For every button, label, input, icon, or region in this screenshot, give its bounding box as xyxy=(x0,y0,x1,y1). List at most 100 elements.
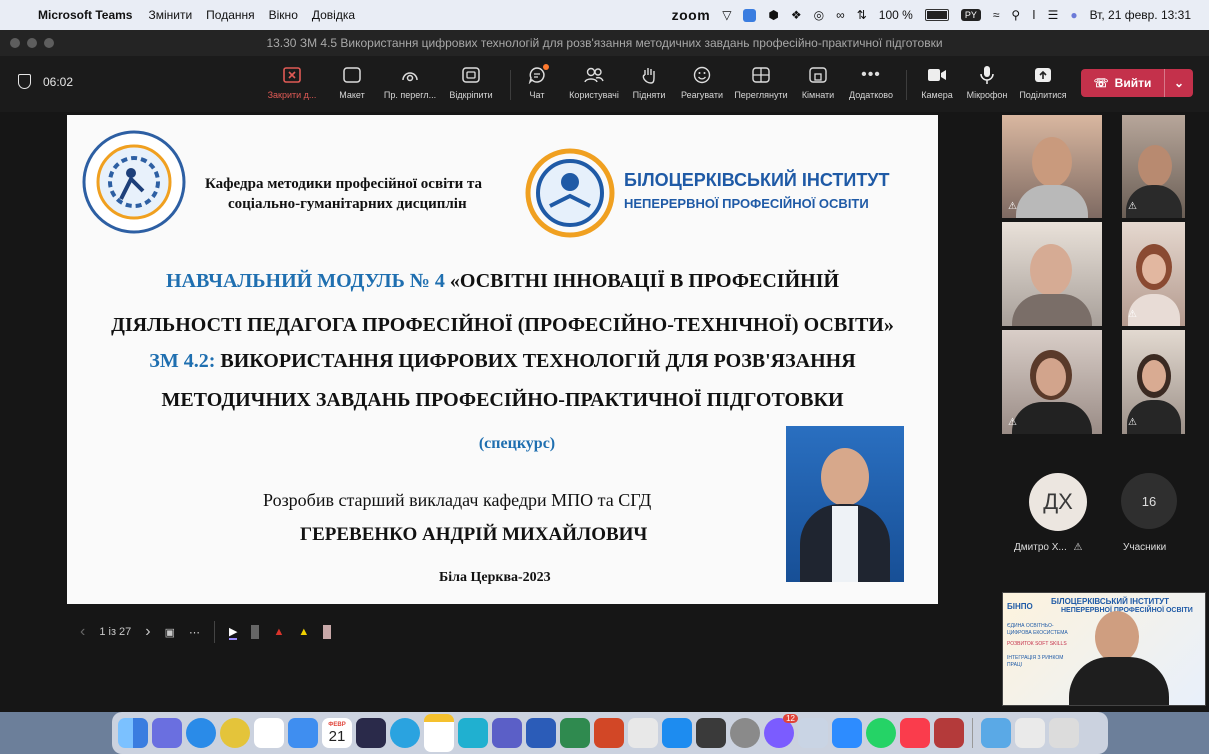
trash-dock-icon[interactable] xyxy=(1049,718,1079,748)
battery-percent[interactable]: 100 % xyxy=(879,8,913,22)
safari-dock-icon[interactable] xyxy=(186,718,216,748)
app-store-dock-icon[interactable] xyxy=(662,718,692,748)
more-label: Додатково xyxy=(849,90,893,100)
self-view-video[interactable]: БІНПО БІЛОЦЕРКІВСЬКИЙ ІНСТИТУТ НЕПЕРЕРВН… xyxy=(1002,592,1206,706)
menu-help[interactable]: Довідка xyxy=(312,8,355,22)
mail-dock-icon[interactable] xyxy=(288,718,318,748)
finder-dock-icon[interactable] xyxy=(118,718,148,748)
highlighter-tool-icon[interactable]: ▲ xyxy=(298,626,309,638)
status-app-icon[interactable] xyxy=(743,8,757,22)
siri-icon[interactable]: ● xyxy=(1070,8,1077,22)
powerpoint-dock-icon[interactable] xyxy=(594,718,624,748)
leave-button[interactable]: ☏ Вийти ⌄ xyxy=(1081,69,1193,97)
zoom-status-item[interactable]: zoom xyxy=(672,7,711,23)
chrome-dock-icon[interactable] xyxy=(220,718,250,748)
participant-video[interactable]: ⚠ xyxy=(1122,115,1185,218)
whatsapp-dock-icon[interactable] xyxy=(866,718,896,748)
pointer-tool-icon[interactable]: ▶ xyxy=(229,625,238,640)
link-status-icon[interactable]: ∞ xyxy=(836,8,845,22)
popout-button[interactable]: Відкріпити xyxy=(436,64,506,100)
department-line-2: соціально-гуманітарних дисциплін xyxy=(228,196,467,212)
close-window-button[interactable] xyxy=(10,38,20,48)
participant-video[interactable] xyxy=(1002,222,1102,326)
slide-more-icon[interactable]: ⋯ xyxy=(189,626,200,639)
participant-count-badge[interactable]: 16 xyxy=(1121,473,1177,529)
leave-main[interactable]: ☏ Вийти xyxy=(1081,76,1164,90)
notes-dock-icon[interactable] xyxy=(424,714,454,752)
participant-video[interactable]: ⚠ xyxy=(1002,330,1102,434)
control-center-icon[interactable]: ☰ xyxy=(1048,8,1059,22)
shield-status-icon[interactable]: ▽ xyxy=(722,8,731,22)
dropbox-status-icon[interactable]: ❖ xyxy=(791,8,802,22)
window-title: 13.30 ЗМ 4.5 Використання цифрових техно… xyxy=(266,36,943,50)
menu-window[interactable]: Вікно xyxy=(269,8,298,22)
course-type: (спецкурс) xyxy=(478,435,556,452)
fullscreen-window-button[interactable] xyxy=(44,38,54,48)
calculator-dock-icon[interactable] xyxy=(696,718,726,748)
share-label: Поділитися xyxy=(1019,90,1067,100)
author-name: ГЕРЕВЕНКО АНДРІЙ МИХАЙЛОВИЧ xyxy=(300,524,648,545)
app-menu[interactable]: Microsoft Teams xyxy=(38,8,132,22)
window-thumbnail-dock-icon[interactable] xyxy=(1015,718,1045,748)
zoom-dock-icon[interactable] xyxy=(832,718,862,748)
battery-icon[interactable] xyxy=(924,9,949,21)
presenter-view-button[interactable]: Пр. перегл... xyxy=(375,64,445,100)
search-icon[interactable]: ⚲ xyxy=(1011,8,1020,22)
more-button[interactable]: ••• Додатково xyxy=(836,64,906,100)
muted-mic-icon: ⚠ xyxy=(1073,542,1083,553)
calendar-day: 21 xyxy=(328,728,346,745)
preview-dock-icon[interactable] xyxy=(798,718,828,748)
eraser-tool-icon[interactable] xyxy=(323,625,332,639)
keyboard-layout[interactable]: PY xyxy=(960,9,981,21)
launchpad-dock-icon[interactable] xyxy=(152,718,182,748)
self-view-inst-line-1: БІЛОЦЕРКІВСЬКИЙ ІНСТИТУТ xyxy=(1051,597,1169,606)
author-photo xyxy=(786,426,904,582)
hexagon-status-icon[interactable]: ⬢ xyxy=(768,8,778,22)
teams-dock-icon[interactable] xyxy=(492,718,522,748)
marker-tool-icon[interactable]: ▲ xyxy=(273,626,284,638)
dictionary-dock-icon[interactable] xyxy=(934,718,964,748)
submodule-title: ВИКОРИСТАННЯ ЦИФРОВИХ ТЕХНОЛОГІЙ ДЛЯ РОЗ… xyxy=(215,350,856,372)
textedit-dock-icon[interactable] xyxy=(628,718,658,748)
participant-count-label: Учасники xyxy=(1123,542,1167,553)
app-dock-icon[interactable] xyxy=(458,718,488,748)
word-dock-icon[interactable] xyxy=(526,718,556,748)
participant-video-grid: ⚠ ⚠ ⚠ ⚠ ⚠ xyxy=(1002,115,1185,435)
leave-dropdown-chevron-icon[interactable]: ⌄ xyxy=(1164,69,1193,97)
participant-video[interactable]: ⚠ xyxy=(1122,222,1185,326)
excel-dock-icon[interactable] xyxy=(560,718,590,748)
calendar-dock-icon[interactable]: ФЕВР 21 xyxy=(322,718,352,748)
slide-overview-icon[interactable]: ▣ xyxy=(165,626,175,639)
module-title-line-2: ДІЯЛЬНОСТІ ПЕДАГОГА ПРОФЕСІЙНОЇ (ПРОФЕСІ… xyxy=(111,314,894,336)
meeting-stage: Кафедра методики професійної освіти та с… xyxy=(0,112,1209,712)
participant-video[interactable]: ⚠ xyxy=(1002,115,1102,218)
viber-dock-icon[interactable]: 12 xyxy=(764,714,798,748)
meeting-window: 13.30 ЗМ 4.5 Використання цифрових техно… xyxy=(0,30,1209,712)
menu-view[interactable]: Подання xyxy=(206,8,254,22)
lifebuoy-status-icon[interactable]: ◎ xyxy=(814,8,824,22)
participant-avatar[interactable]: ДХ xyxy=(1029,473,1087,531)
menubar-clock[interactable]: Вт, 21 февр. 13:31 xyxy=(1090,8,1191,22)
security-shield-icon[interactable] xyxy=(18,74,31,89)
presenter-view-label: Пр. перегл... xyxy=(383,90,437,100)
system-settings-dock-icon[interactable] xyxy=(730,718,760,748)
menu-edit[interactable]: Змінити xyxy=(148,8,192,22)
music-dock-icon[interactable] xyxy=(900,718,930,748)
muted-mic-icon: ⚠ xyxy=(1128,417,1137,428)
dock-divider xyxy=(972,718,973,748)
minimize-window-button[interactable] xyxy=(27,38,37,48)
self-view-item: ЄДИНА ОСВІТНЬО-ЦИФРОВА ЕКОСИСТЕМА xyxy=(1007,623,1068,636)
next-slide-icon[interactable]: › xyxy=(145,623,150,641)
participant-video[interactable]: ⚠ xyxy=(1122,330,1185,434)
downloads-dock-icon[interactable] xyxy=(981,718,1011,748)
photos-dock-icon[interactable] xyxy=(254,718,284,748)
network-status-icon[interactable]: ⇅ xyxy=(857,8,867,22)
previous-slide-icon[interactable]: ‹ xyxy=(80,623,85,641)
meeting-timer: 06:02 xyxy=(18,74,73,89)
wifi-icon[interactable]: ≈ xyxy=(993,8,1000,22)
vpn-dock-icon[interactable] xyxy=(356,718,386,748)
bluetooth-icon[interactable]: ߊ xyxy=(1032,8,1035,22)
pen-tool-icon[interactable] xyxy=(251,625,260,639)
telegram-dock-icon[interactable] xyxy=(390,718,420,748)
share-button[interactable]: Поділитися xyxy=(1008,64,1078,100)
